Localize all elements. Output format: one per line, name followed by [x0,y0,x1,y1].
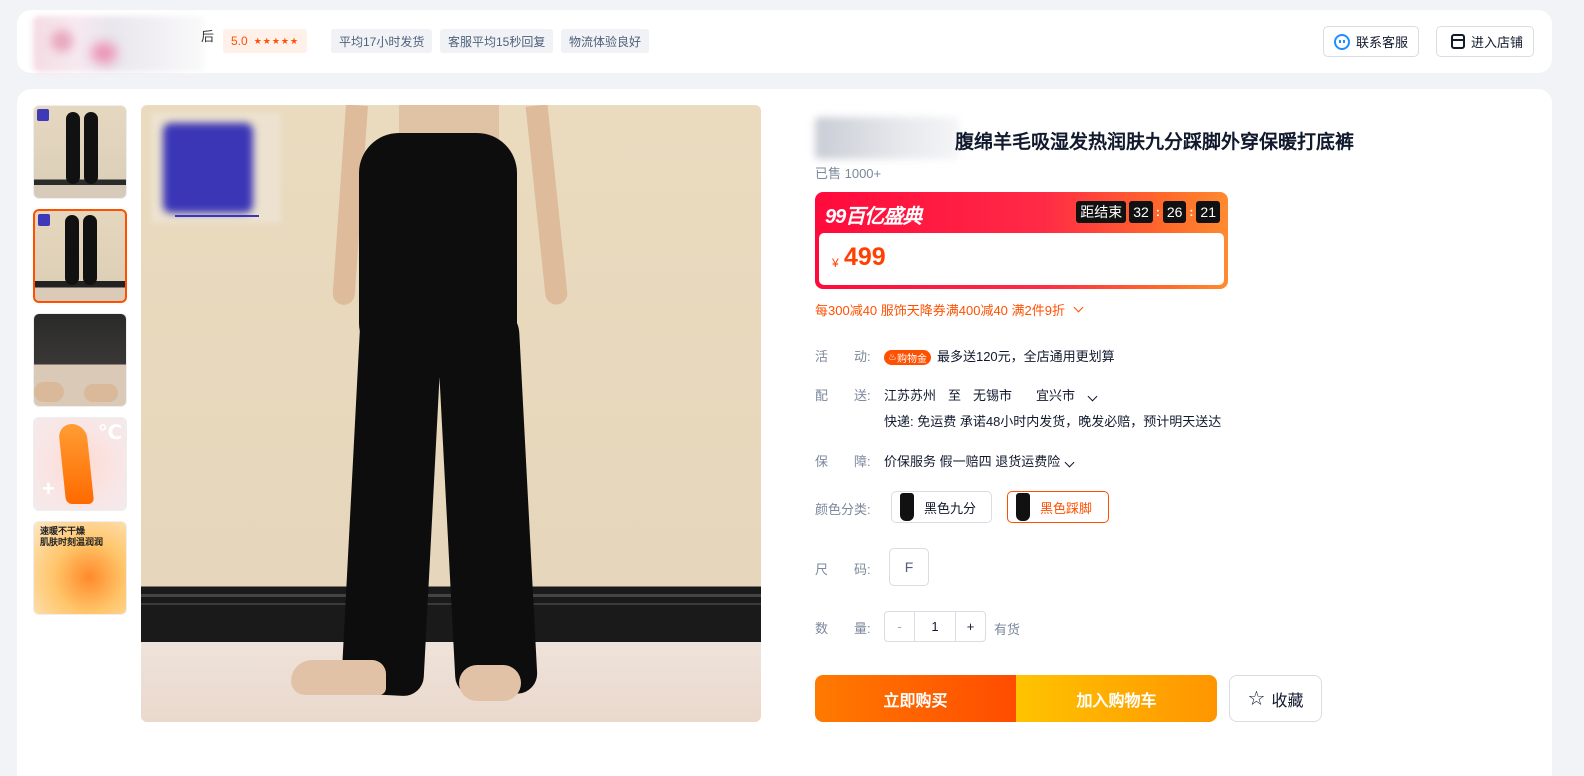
color-option-label: 黑色踩脚 [1040,500,1093,516]
brand-badge-icon [38,214,50,226]
quantity-decrease-button[interactable]: - [885,612,915,641]
thumbnail-3[interactable] [33,313,127,407]
thumbnail-list: ℃ + 速暖不干燥 肌肤时刻温润润 [33,105,127,625]
thumbnail-4-label: ℃ [97,422,122,444]
shop-logo[interactable] [33,16,205,72]
buy-now-button[interactable]: 立即购买 [815,675,1016,722]
delivery-district: 宜兴市 [1036,388,1076,403]
quantity-increase-button[interactable]: + [955,612,985,641]
service-reply-tag: 客服平均15秒回复 [440,29,554,53]
shop-rating-value: 5.0 [231,34,248,48]
size-label: 尺 码: [815,562,871,577]
enter-store-button[interactable]: 进入店铺 [1436,26,1535,57]
chevron-down-icon [1064,457,1075,468]
thumbnail-4[interactable]: ℃ + [33,417,127,511]
countdown-label: 距结束 [1076,201,1127,223]
logistics-tag: 物流体验良好 [561,29,650,53]
product-title: 腹绵羊毛吸湿发热润肤九分踩脚外穿保暖打底裤 [955,132,1355,153]
thumbnail-5[interactable]: 速暖不干燥 肌肤时刻温润润 [33,521,127,615]
color-option-black-stirrup[interactable]: 黑色踩脚 [1007,491,1109,523]
countdown-timer: 距结束 32 : 26 : 21 [1076,201,1220,223]
promo-price-box: 99百亿盛典 距结束 32 : 26 : 21 ¥ 499 [815,192,1228,289]
coupon-list[interactable]: 每300减40 服饰天降券满400减40 满2件9折 [815,300,1084,319]
quantity-input[interactable]: 1 [915,612,955,641]
guarantee-text: 价保服务 假一赔四 退货运费险 [884,454,1061,469]
thumbnail-5-label: 速暖不干燥 肌肤时刻温润润 [40,526,104,547]
activity-text: 最多送120元，全店通用更划算 [936,349,1115,364]
guarantee-selector[interactable]: 价保服务 假一赔四 退货运费险 [884,451,1075,470]
product-main-card: ℃ + 速暖不干燥 肌肤时刻温润润 腹绵羊毛吸湿发热润肤九分踩脚外穿保暖打底裤 … [17,89,1552,776]
contact-service-button[interactable]: 联系客服 [1323,26,1420,57]
sold-count: 已售 1000+ [815,166,882,181]
store-icon [1451,34,1465,49]
thumbnail-2[interactable] [33,209,127,303]
promo-event-logo: 99百亿盛典 [825,206,922,228]
price-area: ¥ 499 [819,233,1224,285]
brand-badge [163,123,253,213]
shop-name[interactable]: 后 [201,26,214,45]
countdown-seconds: 21 [1196,201,1220,223]
favorite-button[interactable]: ☆ 收藏 [1229,675,1322,722]
rating-stars-icon: ★★★★★ [253,35,300,46]
leggings-thumb-icon [1016,493,1030,521]
shop-header: 后 5.0 ★★★★★ 平均17小时发货 客服平均15秒回复 物流体验良好 联系… [17,10,1552,73]
delivery-from: 江苏苏州 [884,388,937,403]
add-to-cart-button[interactable]: 加入购物车 [1016,675,1217,722]
stock-status: 有货 [994,622,1021,637]
color-label: 颜色分类: [815,502,871,517]
chevron-down-icon [1087,391,1098,402]
shopping-gold-tag: ♨ 购物金 [884,350,931,365]
activity-label: 活 动: [815,349,871,364]
product-info-panel: 腹绵羊毛吸湿发热润肤九分踩脚外穿保暖打底裤 已售 1000+ 99百亿盛典 距结… [815,89,1535,729]
chevron-down-icon [1073,302,1084,313]
color-option-label: 黑色九分 [924,500,977,516]
size-option-f[interactable]: F [889,548,929,586]
guarantee-label: 保 障: [815,454,871,469]
countdown-hours: 32 [1129,201,1153,223]
delivery-detail: 快递: 免运费 承诺48小时内发货，晚发必赔，预计明天送达 [884,414,1222,429]
thumbnail-1[interactable] [33,105,127,199]
leggings-thumb-icon [900,493,914,521]
color-option-black-9[interactable]: 黑色九分 [891,491,992,523]
product-main-image[interactable] [141,105,761,722]
customer-service-icon [1334,33,1350,50]
delivery-to-word: 至 [948,388,962,403]
currency-symbol: ¥ [832,256,839,270]
price-value: 499 [844,243,886,271]
activity-value: ♨ 购物金 最多送120元，全店通用更划算 [884,346,1115,365]
favorite-label: 收藏 [1271,692,1304,710]
star-outline-icon: ☆ [1247,687,1266,710]
coupon-text: 每300减40 服饰天降券满400减40 满2件9折 [815,303,1065,318]
shipping-speed-tag: 平均17小时发货 [331,29,433,53]
delivery-city: 无锡市 [973,388,1013,403]
delivery-location-selector[interactable]: 江苏苏州至无锡市 宜兴市 [884,385,1098,404]
contact-service-label: 联系客服 [1356,35,1409,50]
enter-store-label: 进入店铺 [1471,35,1524,50]
delivery-label: 配 送: [815,388,871,403]
countdown-minutes: 26 [1162,201,1187,223]
title-redacted [815,117,959,159]
quantity-label: 数 量: [815,621,871,636]
shop-rating-badge: 5.0 ★★★★★ [223,29,308,53]
quantity-stepper: - 1 + [884,611,986,642]
brand-badge-icon [37,109,49,121]
